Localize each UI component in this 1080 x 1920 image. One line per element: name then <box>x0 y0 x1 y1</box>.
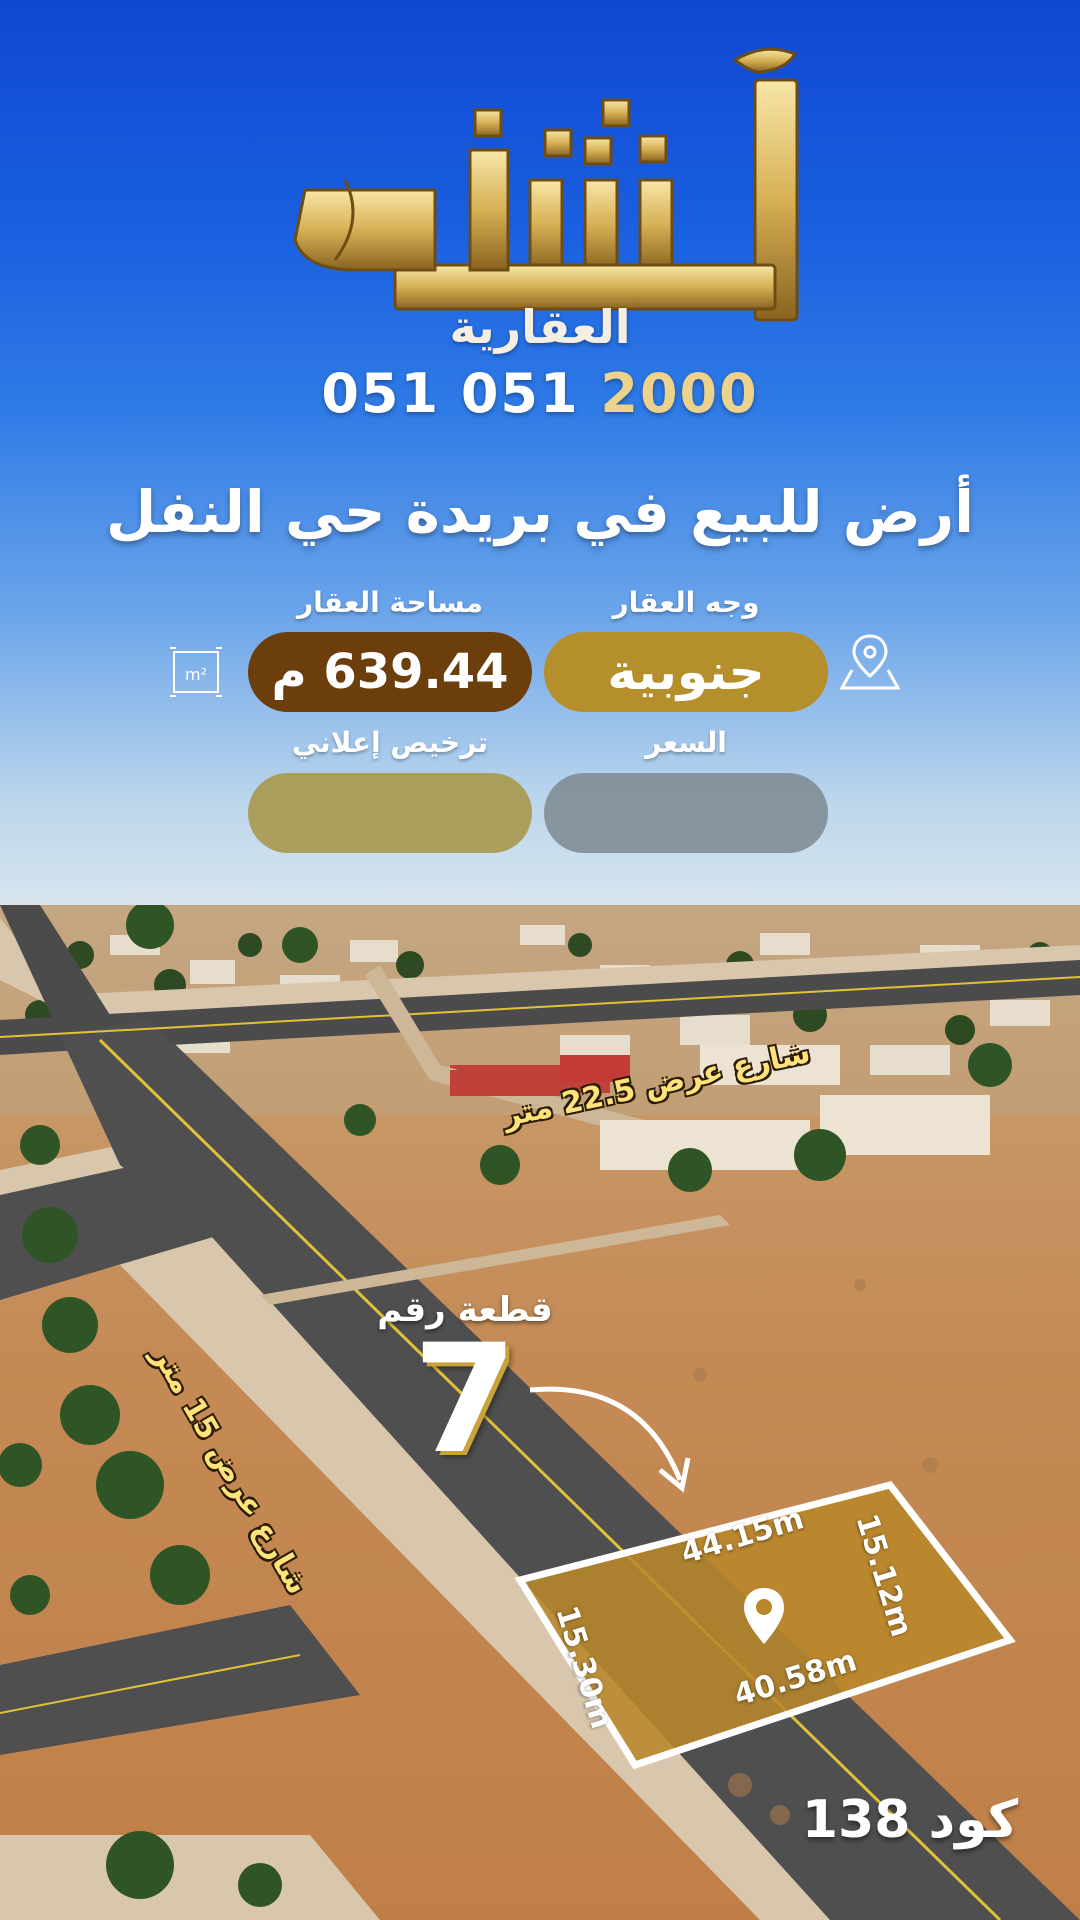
license-label: ترخيص إعلاني <box>291 726 489 759</box>
phone-number: 051 051 2000 <box>0 362 1080 425</box>
map-pin-icon <box>744 1588 784 1644</box>
facing-label: وجه العقار <box>612 586 760 619</box>
price-label: السعر <box>645 726 727 759</box>
area-label: مساحة العقار <box>297 586 483 619</box>
phone-suffix: 2000 <box>600 362 759 425</box>
area-value: 639.44 م <box>248 632 532 712</box>
plot-number: 7 <box>412 1313 518 1487</box>
license-value <box>248 773 532 853</box>
price-value <box>544 773 828 853</box>
m2-icon-text: m² <box>185 665 207 684</box>
listing-code: كود 138 <box>801 1790 1019 1850</box>
listing-headline: أرض للبيع في بريدة حي النفل <box>105 478 975 546</box>
logo-subtitle: العقارية <box>449 300 631 354</box>
area-m2-icon: m² <box>170 647 222 697</box>
facing-value: جنوبية <box>544 632 828 712</box>
phone-prefix: 051 051 <box>321 362 580 425</box>
location-pin-icon <box>839 634 901 690</box>
